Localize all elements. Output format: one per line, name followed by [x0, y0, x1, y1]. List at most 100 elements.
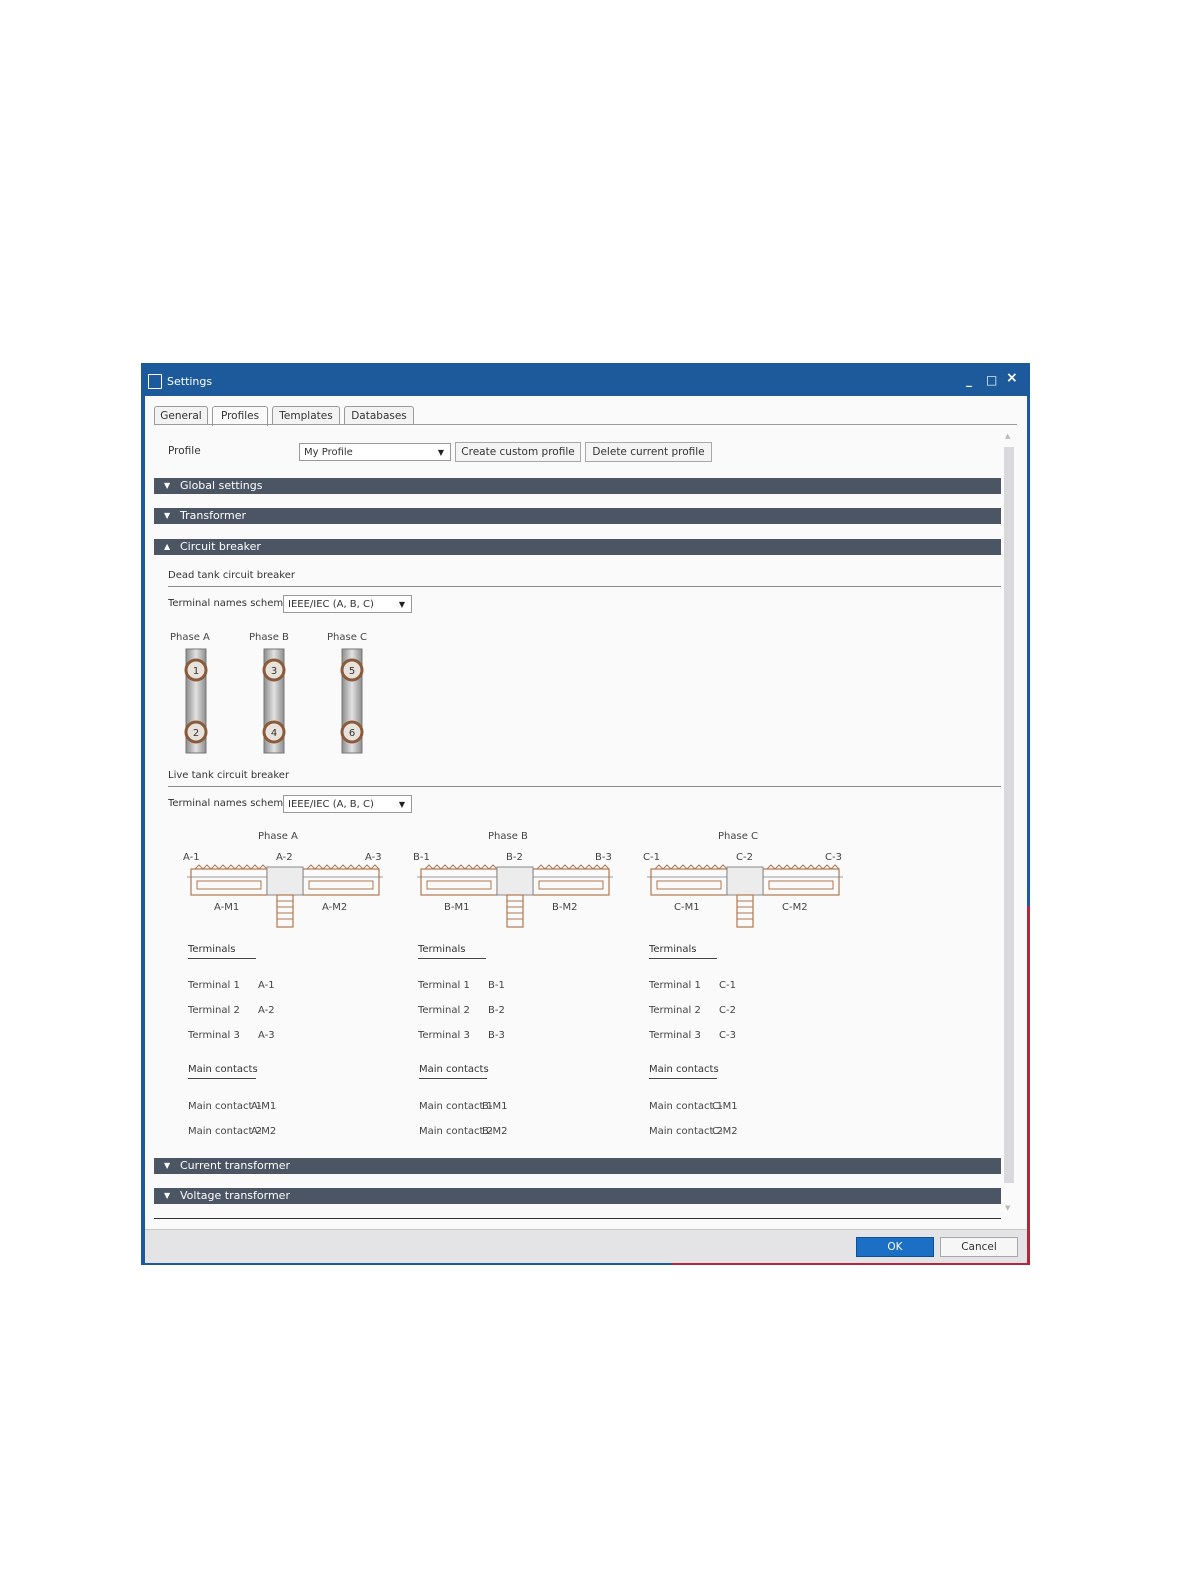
divider	[168, 786, 1001, 787]
contact-value: B-M2	[482, 1126, 508, 1137]
dead-tank-phase-b-breaker: 3 4	[262, 648, 286, 754]
dead-terminal-5: 5	[349, 666, 355, 677]
terminal-name: Terminal 3	[649, 1030, 701, 1041]
terminal-name: Terminal 1	[188, 980, 240, 991]
tab-templates[interactable]: Templates	[272, 406, 340, 425]
tab-strip-divider	[154, 424, 1017, 425]
content-bottom-divider	[154, 1218, 1001, 1219]
live-phase-label: Phase B	[488, 831, 528, 842]
main-contacts-heading: Main contacts	[188, 1064, 258, 1079]
ok-button[interactable]: OK	[856, 1237, 934, 1257]
dead-tank-phase-c-breaker: 5 6	[340, 648, 364, 754]
create-custom-profile-button[interactable]: Create custom profile	[455, 442, 581, 462]
dead-phase-a-label: Phase A	[170, 632, 210, 643]
terminal-name: Terminal 2	[418, 1005, 470, 1016]
terminal-value: A-1	[258, 980, 275, 991]
divider	[168, 586, 1001, 587]
main-contacts-heading: Main contacts	[649, 1064, 719, 1079]
contact-value: C-M1	[712, 1101, 738, 1112]
live-tank-scheme-label: Terminal names scheme	[168, 798, 290, 809]
contact-value: A-M1	[251, 1101, 277, 1112]
delete-current-profile-button[interactable]: Delete current profile	[585, 442, 712, 462]
terminal-label: C-1	[643, 852, 660, 863]
terminal-name: Terminal 1	[649, 980, 701, 991]
scroll-up-icon[interactable]: ▲	[1005, 432, 1010, 440]
contact-value: B-M1	[482, 1101, 508, 1112]
section-global-settings[interactable]: ▼ Global settings	[154, 478, 1001, 494]
tab-general[interactable]: General	[154, 406, 208, 425]
contact-value: C-M2	[712, 1126, 738, 1137]
live-tank-scheme-select[interactable]: IEEE/IEC (A, B, C) ▼	[283, 795, 412, 813]
section-current-transformer[interactable]: ▼ Current transformer	[154, 1158, 1001, 1174]
terminal-name: Terminal 2	[188, 1005, 240, 1016]
terminal-label: A-1	[183, 852, 200, 863]
profile-select[interactable]: My Profile ▼	[299, 443, 451, 461]
terminal-value: A-2	[258, 1005, 275, 1016]
terminal-label: C-3	[825, 852, 842, 863]
live-tank-breaker-drawing	[647, 864, 843, 928]
live-tank-scheme-value: IEEE/IEC (A, B, C)	[288, 799, 374, 810]
live-tank-breaker-drawing	[187, 864, 383, 928]
terminals-heading: Terminals	[188, 944, 256, 959]
terminal-label: B-3	[595, 852, 612, 863]
dead-terminal-6: 6	[349, 728, 355, 739]
dead-tank-scheme-select[interactable]: IEEE/IEC (A, B, C) ▼	[283, 595, 412, 613]
main-contacts-heading: Main contacts	[419, 1064, 489, 1079]
terminals-heading: Terminals	[418, 944, 486, 959]
terminal-value: A-3	[258, 1030, 275, 1041]
live-tank-phase-a: Phase A A-1 A-2 A-3 A-M1 A-M2	[183, 831, 388, 931]
close-button[interactable]: ×	[1006, 370, 1018, 386]
section-transformer[interactable]: ▼ Transformer	[154, 508, 1001, 524]
dead-tank-diagram: 1 2 3 4 5 6	[184, 648, 364, 754]
live-tank-heading: Live tank circuit breaker	[168, 770, 290, 781]
terminal-name: Terminal 1	[418, 980, 470, 991]
chevron-down-icon: ▼	[164, 1191, 171, 1200]
terminal-value: B-2	[488, 1005, 505, 1016]
dead-phase-b-label: Phase B	[249, 632, 289, 643]
section-voltage-transformer[interactable]: ▼ Voltage transformer	[154, 1188, 1001, 1204]
tab-profiles[interactable]: Profiles	[212, 406, 268, 426]
terminal-name: Terminal 2	[649, 1005, 701, 1016]
window-accent-right	[1027, 906, 1030, 1265]
chevron-down-icon: ▼	[164, 481, 171, 490]
live-tank-phase-b: Phase B B-1 B-2 B-3 B-M1 B-M2	[413, 831, 618, 931]
contact-value: A-M2	[251, 1126, 277, 1137]
section-circuit-breaker[interactable]: ▲ Circuit breaker	[154, 539, 1001, 555]
dead-terminal-3: 3	[271, 666, 277, 677]
chevron-down-icon: ▼	[398, 600, 405, 609]
section-label: Transformer	[180, 509, 247, 522]
dead-terminal-4: 4	[271, 728, 277, 739]
terminals-heading: Terminals	[649, 944, 717, 959]
dead-phase-c-label: Phase C	[327, 632, 368, 643]
dead-tank-scheme-value: IEEE/IEC (A, B, C)	[288, 599, 374, 610]
profile-label: Profile	[168, 445, 201, 457]
section-label: Global settings	[180, 479, 263, 492]
terminal-name: Terminal 3	[188, 1030, 240, 1041]
dead-tank-heading: Dead tank circuit breaker	[168, 570, 295, 581]
live-tank-phase-c: Phase C C-1 C-2 C-3 C-M1 C-M2	[643, 831, 848, 931]
section-label: Current transformer	[180, 1159, 291, 1172]
vertical-scrollbar[interactable]	[1004, 447, 1014, 1183]
scroll-down-icon[interactable]: ▼	[1005, 1204, 1010, 1212]
terminal-label: A-3	[365, 852, 382, 863]
chevron-up-icon: ▲	[164, 542, 171, 551]
dead-terminal-1: 1	[193, 666, 199, 677]
terminal-value: C-2	[719, 1005, 736, 1016]
terminal-value: C-3	[719, 1030, 736, 1041]
minimize-button[interactable]: _	[966, 373, 972, 387]
cancel-button[interactable]: Cancel	[940, 1237, 1018, 1257]
live-phase-label: Phase C	[718, 831, 759, 842]
terminal-value: C-1	[719, 980, 736, 991]
section-label: Circuit breaker	[180, 540, 261, 553]
terminal-label: C-2	[736, 852, 753, 863]
profile-select-value: My Profile	[304, 447, 353, 458]
dead-tank-scheme-label: Terminal names scheme	[168, 598, 290, 609]
chevron-down-icon: ▼	[398, 800, 405, 809]
tab-databases[interactable]: Databases	[344, 406, 414, 425]
window-title: Settings	[167, 375, 213, 388]
maximize-button[interactable]: □	[986, 373, 997, 387]
terminal-label: B-1	[413, 852, 430, 863]
chevron-down-icon: ▼	[437, 448, 444, 457]
terminal-label: A-2	[276, 852, 293, 863]
live-phase-label: Phase A	[258, 831, 298, 842]
